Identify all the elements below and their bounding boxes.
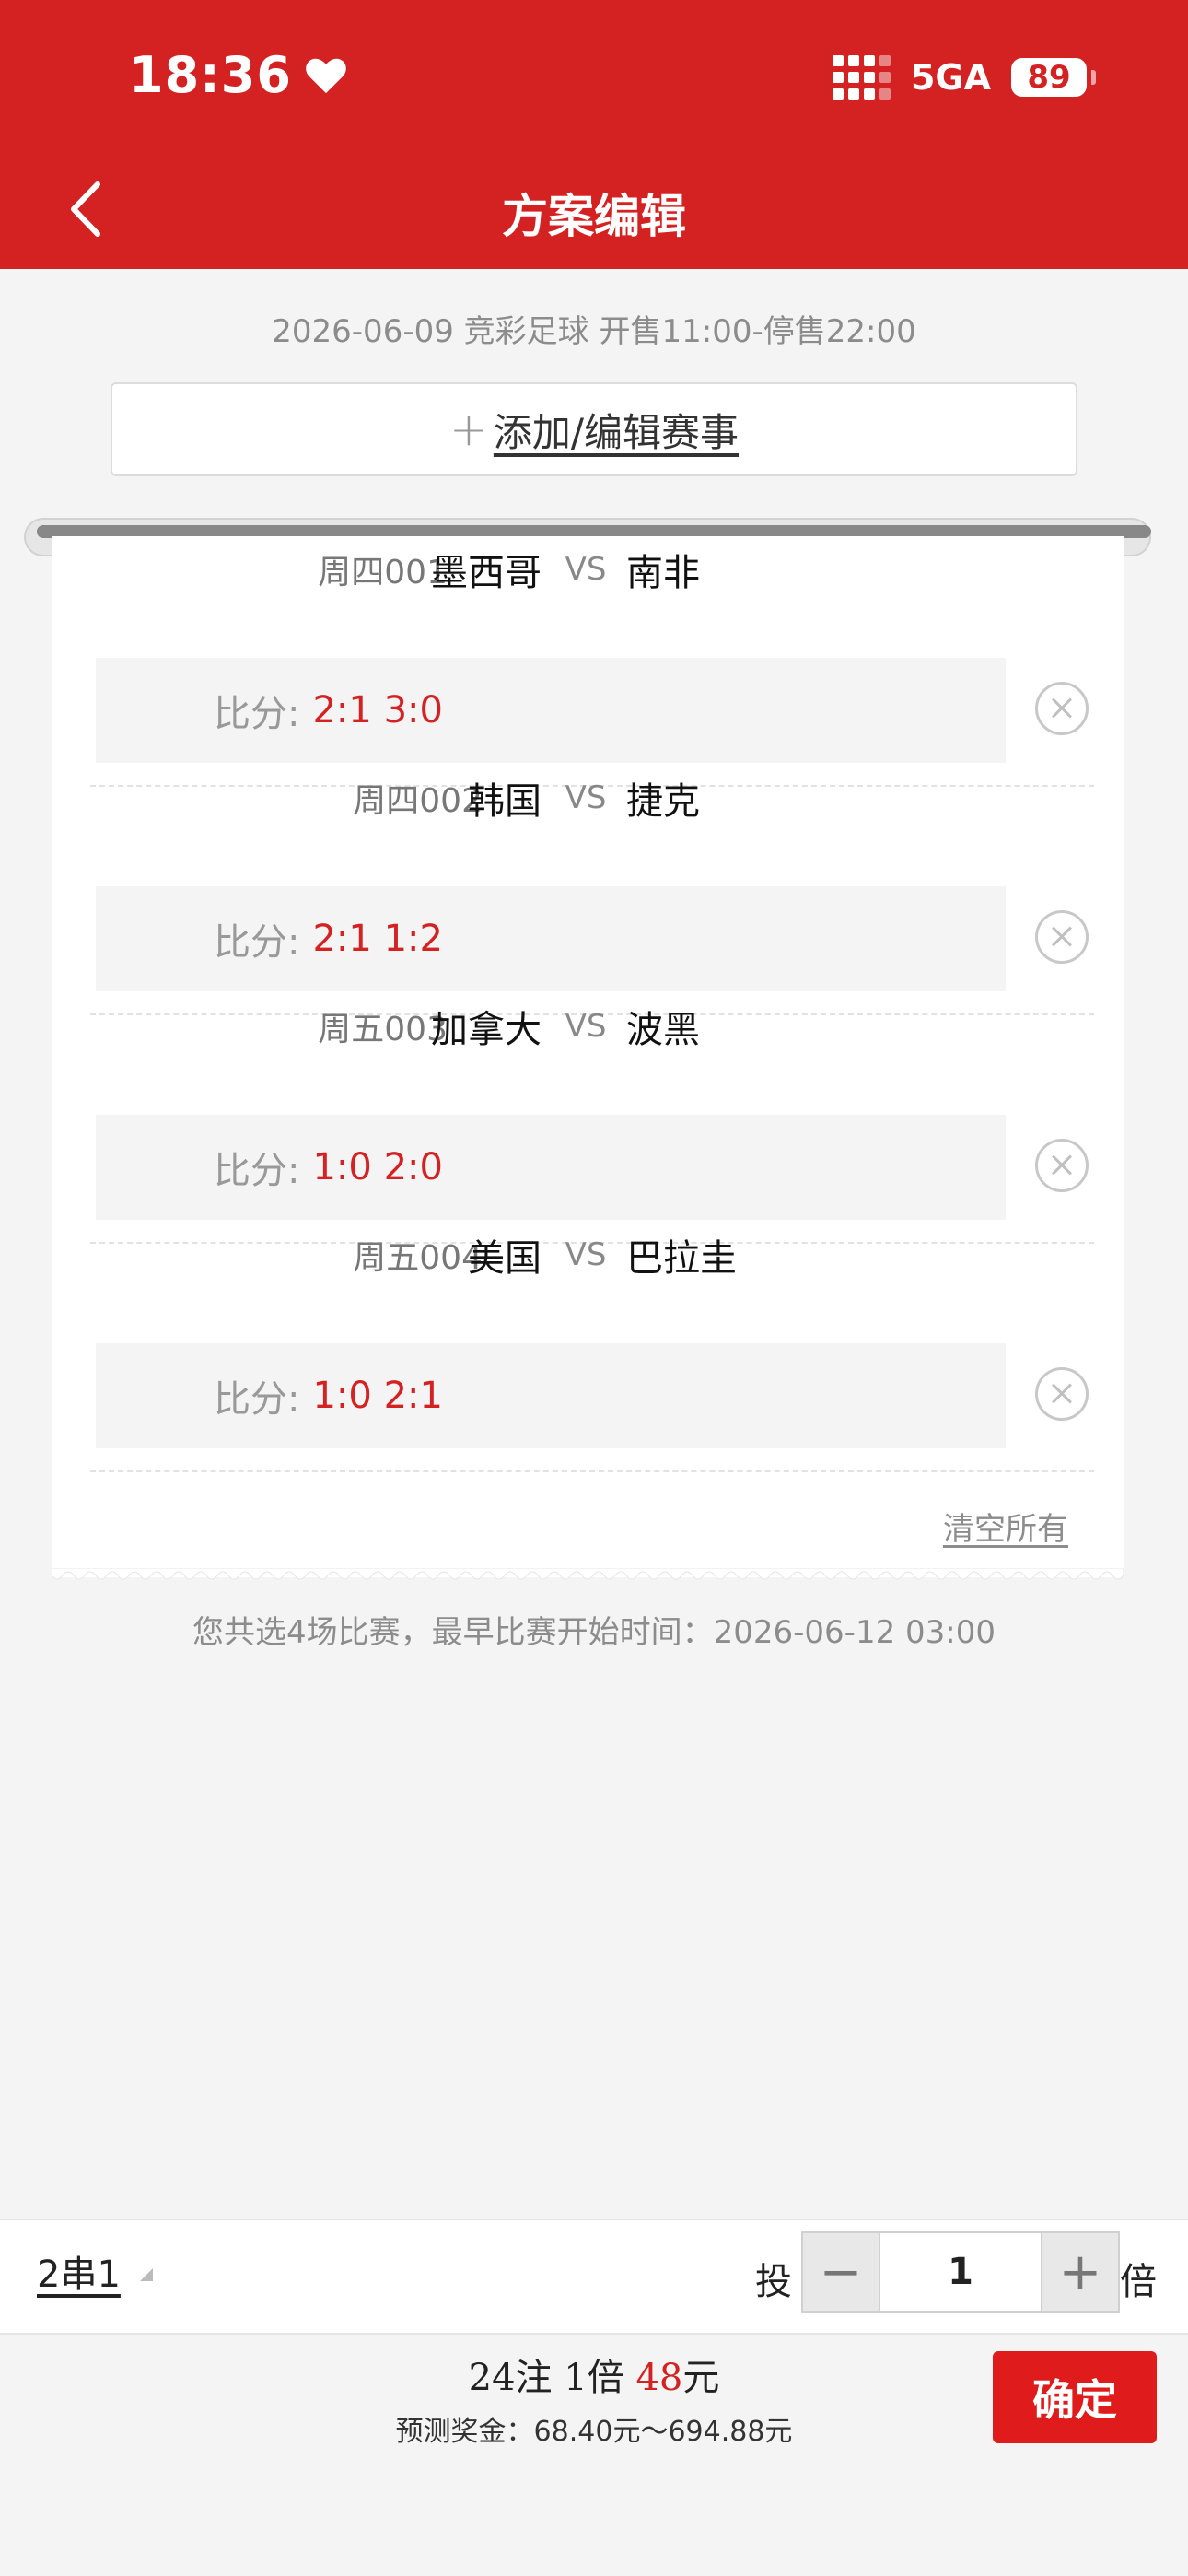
remove-match-icon[interactable] — [1035, 1139, 1089, 1192]
network-type: 5GA — [910, 57, 991, 98]
status-time: 18:36 — [129, 46, 347, 104]
app-header: 18:36 5GA 89 方案编辑 — [0, 0, 1188, 269]
minus-button[interactable]: − — [803, 2233, 879, 2311]
page-title: 方案编辑 — [502, 190, 686, 243]
vs-label: VS — [565, 779, 607, 816]
bet-unit: 元 — [682, 2357, 720, 2399]
caret-icon — [140, 2268, 153, 2281]
score-label: 比分: — [214, 693, 300, 735]
plus-icon: + — [448, 403, 488, 456]
remove-match-icon[interactable] — [1035, 682, 1089, 735]
confirm-button[interactable]: 确定 — [993, 2351, 1157, 2443]
sale-info: 2026-06-09 竞彩足球 开售11:00-停售22:00 — [272, 313, 916, 350]
bei-label: 倍 — [1120, 2261, 1157, 2303]
bet-amount: 48 — [635, 2357, 683, 2399]
clock-text: 18:36 — [129, 46, 292, 104]
score-label: 比分: — [214, 921, 300, 964]
score-values: 2:1 1:2 — [312, 918, 443, 960]
vs-label: VS — [565, 1008, 607, 1045]
add-edit-match-label: 添加/编辑赛事 — [493, 409, 740, 455]
match-code: 周四001 — [318, 554, 448, 591]
score-selection[interactable]: 比分: 2:1 3:0 — [96, 658, 1006, 763]
away-team: 巴拉圭 — [626, 1237, 737, 1280]
selection-summary: 您共选4场比赛，最早比赛开始时间：2026-06-12 03:00 — [192, 1614, 996, 1651]
away-team: 南非 — [626, 552, 700, 594]
signal-icon — [832, 55, 891, 100]
battery-level: 89 — [1027, 59, 1071, 96]
match-item: 周五004 美国 VS 巴拉圭 比分: 1:0 2:1 — [52, 1222, 1124, 1450]
status-indicators: 5GA 89 — [832, 55, 1096, 100]
ticket-card: 周四001 墨西哥 VS 南非 比分: 2:1 3:0 周四002 韩国 VS … — [52, 536, 1124, 1577]
remove-match-icon[interactable] — [1035, 1367, 1089, 1421]
divider — [90, 1470, 1094, 1472]
score-selection[interactable]: 比分: 2:1 1:2 — [96, 886, 1006, 991]
remove-match-icon[interactable] — [1035, 910, 1089, 964]
home-team: 韩国 — [468, 780, 542, 823]
heart-icon — [306, 58, 346, 93]
score-label: 比分: — [214, 1378, 300, 1421]
score-label: 比分: — [214, 1150, 300, 1192]
score-values: 1:0 2:0 — [312, 1146, 443, 1188]
score-values: 2:1 3:0 — [312, 689, 443, 732]
bet-options-bar: 2串1 投 − 1 + 倍 — [0, 2219, 1188, 2335]
match-item: 周四002 韩国 VS 捷克 比分: 2:1 1:2 — [52, 765, 1124, 993]
tou-label: 投 — [755, 2261, 792, 2303]
pass-type-selector[interactable]: 2串1 — [37, 2244, 121, 2298]
multiplier-input[interactable]: 1 — [879, 2233, 1042, 2311]
home-team: 美国 — [468, 1237, 542, 1280]
match-item: 周五003 加拿大 VS 波黑 比分: 1:0 2:0 — [52, 993, 1124, 1222]
add-edit-match-button[interactable]: + 添加/编辑赛事 — [111, 382, 1077, 476]
match-code: 周五003 — [318, 1011, 448, 1048]
multiplier-stepper: − 1 + — [801, 2231, 1120, 2313]
ticket-zigzag-edge — [52, 1568, 1124, 1580]
score-selection[interactable]: 比分: 1:0 2:1 — [96, 1343, 1006, 1448]
score-selection[interactable]: 比分: 1:0 2:0 — [96, 1115, 1006, 1220]
home-team: 加拿大 — [431, 1009, 542, 1051]
away-team: 捷克 — [626, 780, 700, 823]
home-team: 墨西哥 — [431, 552, 542, 594]
vs-label: VS — [565, 1236, 607, 1273]
vs-label: VS — [565, 551, 607, 588]
bet-count: 24注 1倍 — [468, 2357, 636, 2399]
match-item: 周四001 墨西哥 VS 南非 比分: 2:1 3:0 — [52, 536, 1124, 765]
clear-all-link[interactable]: 清空所有 — [943, 1504, 1068, 1549]
away-team: 波黑 — [626, 1009, 700, 1051]
battery-icon: 89 — [1011, 58, 1096, 97]
score-values: 1:0 2:1 — [312, 1375, 443, 1417]
plus-button[interactable]: + — [1042, 2233, 1118, 2311]
